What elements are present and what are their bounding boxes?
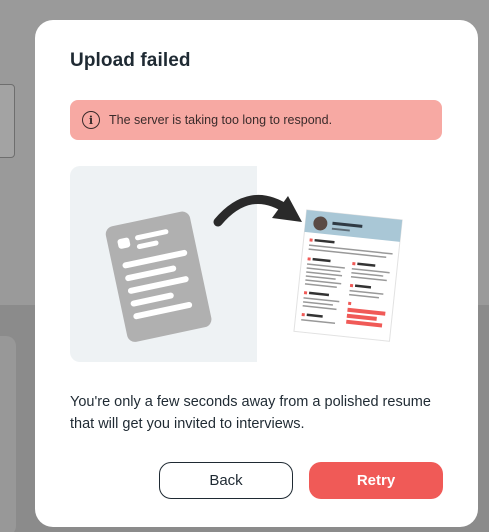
error-alert-text: The server is taking too long to respond…: [109, 113, 333, 127]
dialog-description: You're only a few seconds away from a po…: [70, 394, 431, 432]
info-icon: i: [82, 111, 100, 129]
retry-button[interactable]: Retry: [309, 462, 443, 499]
error-alert: i The server is taking too long to respo…: [70, 100, 442, 140]
back-button[interactable]: Back: [159, 462, 293, 499]
curved-arrow-icon: [213, 194, 302, 227]
background-panel: [0, 336, 16, 532]
upload-failed-dialog: Upload failed i The server is taking too…: [35, 20, 478, 527]
upload-illustration: [70, 166, 442, 362]
background-card: [0, 84, 15, 158]
dialog-title: Upload failed: [70, 50, 191, 71]
